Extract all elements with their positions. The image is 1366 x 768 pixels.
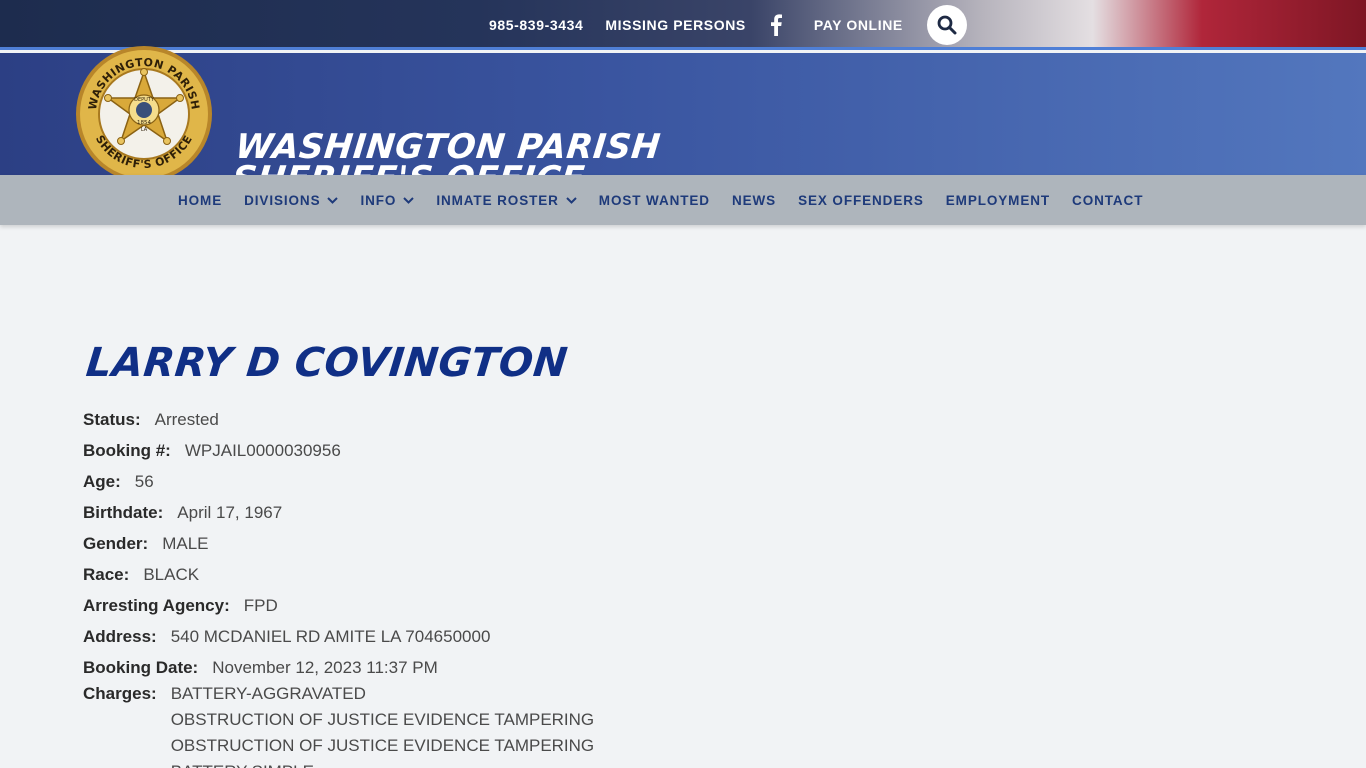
detail-value: WPJAIL0000030956 bbox=[184, 441, 341, 461]
detail-value: MALE bbox=[162, 534, 209, 553]
detail-label: Gender: bbox=[83, 534, 149, 553]
detail-value: FPD bbox=[243, 595, 278, 615]
detail-label: Arresting Agency: bbox=[83, 595, 230, 615]
nav-item-label: DIVISIONS bbox=[244, 192, 321, 208]
nav-item-label: CONTACT bbox=[1072, 192, 1144, 208]
nav-item-employment[interactable]: EMPLOYMENT bbox=[946, 193, 1050, 208]
detail-label: Birthdate: bbox=[83, 503, 164, 523]
charges-row: Charges: BATTERY-AGGRAVATED OBSTRUCTION O… bbox=[83, 681, 783, 768]
detail-value: November 12, 2023 11:37 PM bbox=[212, 657, 438, 677]
inmate-details: Status: Arrested Booking #: WPJAIL000003095… bbox=[83, 405, 783, 768]
charges-list: BATTERY-AGGRAVATED OBSTRUCTION OF JUSTICE… bbox=[171, 681, 594, 768]
detail-row: Booking #: WPJAIL0000030956 bbox=[83, 436, 783, 467]
detail-row: Address: 540 MCDANIEL RD AMITE LA 7046500… bbox=[83, 621, 783, 652]
facebook-icon[interactable] bbox=[770, 14, 784, 36]
charge-item: OBSTRUCTION OF JUSTICE EVIDENCE TAMPERIN… bbox=[170, 710, 595, 730]
sheriff-badge-logo[interactable]: WASHINGTON PARISH SHERIFF'S OFFICE DEPUT… bbox=[74, 44, 214, 184]
nav-item-sex-offenders[interactable]: SEX OFFENDERS bbox=[798, 193, 924, 208]
detail-row: Gender: MALE bbox=[83, 529, 783, 560]
detail-label: Booking #: bbox=[83, 441, 171, 461]
detail-label: Status: bbox=[83, 410, 141, 430]
detail-value: April 17, 1967 bbox=[177, 503, 283, 523]
nav-item-home[interactable]: HOME bbox=[178, 193, 222, 208]
detail-row: Birthdate: April 17, 1967 bbox=[83, 498, 783, 529]
chevron-down-icon bbox=[327, 196, 339, 204]
detail-value: Arrested bbox=[154, 410, 219, 430]
missing-persons-link[interactable]: MISSING PERSONS bbox=[605, 17, 745, 33]
detail-row: Arresting Agency: FPD bbox=[83, 590, 783, 621]
inmate-detail-rows: Status: Arrested Booking #: WPJAIL000003095… bbox=[83, 405, 783, 683]
inmate-name-heading: LARRY D COVINGTON bbox=[84, 340, 570, 386]
phone-link[interactable]: 985-839-3434 bbox=[489, 17, 583, 33]
nav-item-divisions[interactable]: DIVISIONS bbox=[244, 192, 339, 208]
badge-center-bottom-text: 1854 bbox=[137, 120, 151, 126]
nav-item-label: MOST WANTED bbox=[598, 192, 710, 208]
nav-item-inmate-roster[interactable]: INMATE ROSTER bbox=[436, 192, 577, 208]
nav-item-label: SEX OFFENDERS bbox=[798, 192, 924, 208]
detail-value: 56 bbox=[134, 472, 154, 492]
top-utility-links: 985-839-3434 MISSING PERSONS PAY ONLINE bbox=[489, 0, 967, 50]
badge-center-top-text: DEPUTY bbox=[134, 97, 155, 103]
nav-item-label: HOME bbox=[178, 192, 223, 208]
detail-row: Booking Date: November 12, 2023 11:37 PM bbox=[83, 652, 783, 683]
detail-value: BLACK bbox=[143, 564, 200, 584]
detail-row: Race: BLACK bbox=[83, 559, 783, 590]
top-utility-bar: 985-839-3434 MISSING PERSONS PAY ONLINE bbox=[0, 0, 1366, 50]
badge-center-state-text: LA bbox=[141, 127, 148, 133]
chevron-down-icon bbox=[566, 196, 577, 204]
detail-label: Address: bbox=[83, 626, 157, 646]
detail-label: Race: bbox=[83, 564, 130, 584]
detail-value: 540 MCDANIEL RD AMITE LA 704650000 bbox=[170, 626, 491, 646]
nav-item-contact[interactable]: CONTACT bbox=[1072, 193, 1143, 208]
charge-item: BATTERY-AGGRAVATED bbox=[170, 684, 366, 704]
nav-item-news[interactable]: NEWS bbox=[732, 193, 776, 208]
pay-online-link[interactable]: PAY ONLINE bbox=[814, 17, 903, 33]
nav-item-label: INFO bbox=[360, 192, 397, 208]
charge-item: OBSTRUCTION OF JUSTICE EVIDENCE TAMPERIN… bbox=[170, 736, 595, 756]
nav-item-label: NEWS bbox=[731, 192, 777, 208]
search-button[interactable] bbox=[926, 5, 967, 45]
chevron-down-icon bbox=[403, 196, 415, 204]
main-navigation: HOME DIVISIONS INFO INMATE ROSTER MOST WANTE… bbox=[0, 175, 1366, 225]
nav-item-label: INMATE ROSTER bbox=[436, 192, 559, 208]
detail-label: Booking Date: bbox=[83, 657, 199, 677]
nav-item-label: EMPLOYMENT bbox=[945, 192, 1051, 208]
nav-item-most-wanted[interactable]: MOST WANTED bbox=[599, 193, 710, 208]
nav-item-info[interactable]: INFO bbox=[360, 192, 415, 208]
detail-label: Age: bbox=[83, 472, 121, 492]
charge-item: BATTERY-SIMPLE bbox=[171, 759, 594, 768]
detail-row: Age: 56 bbox=[83, 467, 783, 498]
detail-row: Status: Arrested bbox=[83, 405, 783, 436]
charges-label: Charges: bbox=[83, 684, 157, 704]
main-navigation-items: HOME DIVISIONS INFO INMATE ROSTER MOST WANTE… bbox=[178, 175, 1165, 225]
search-icon bbox=[937, 15, 957, 35]
